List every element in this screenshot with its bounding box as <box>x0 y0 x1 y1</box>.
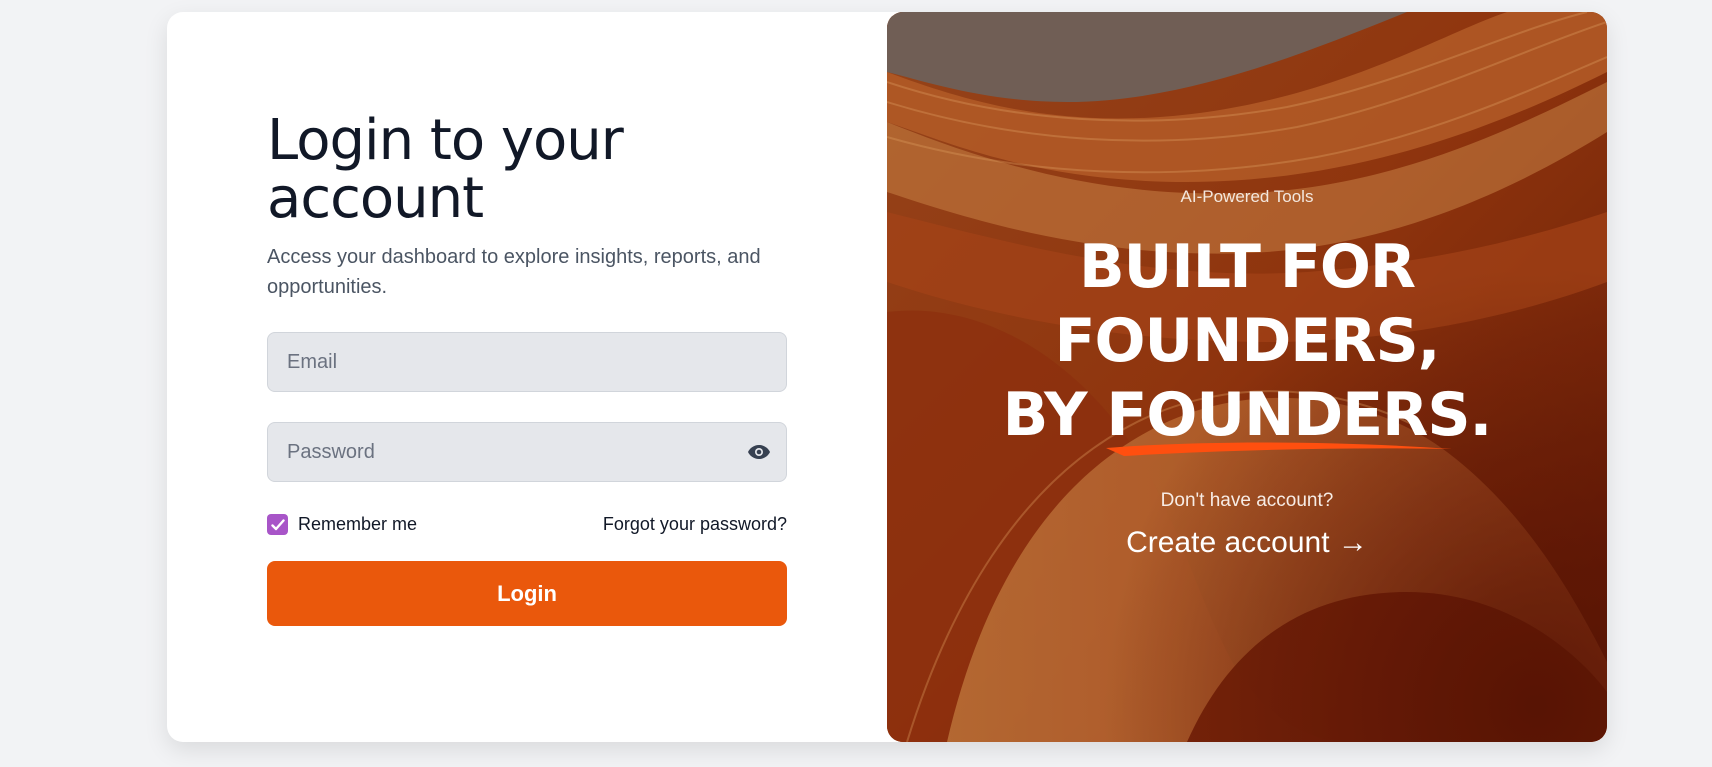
headline-line-3-prefix: BY <box>1002 380 1107 450</box>
remember-checkbox[interactable] <box>267 514 288 535</box>
page-title: Login to your account <box>267 108 624 231</box>
headline-line-3: BY FOUNDERS. <box>887 378 1607 456</box>
password-field-container <box>267 422 787 482</box>
promo-content: AI-Powered Tools BUILT FOR FOUNDERS, BY … <box>887 12 1607 742</box>
create-account-link[interactable]: Create account → <box>887 526 1607 560</box>
remember-row: Remember me Forgot your password? <box>267 514 787 535</box>
headline-line-2: FOUNDERS, <box>1054 306 1441 376</box>
underlined-word: FOUNDERS. <box>1106 378 1492 456</box>
forgot-password-link[interactable]: Forgot your password? <box>603 514 787 535</box>
page-subtitle: Access your dashboard to explore insight… <box>267 246 761 298</box>
login-panel: Login to your account Access your dashbo… <box>167 12 887 742</box>
no-account-text: Don't have account? <box>1160 490 1334 511</box>
headline-line-1: BUILT FOR <box>1078 232 1416 302</box>
eye-icon[interactable] <box>746 439 772 465</box>
remember-me[interactable]: Remember me <box>267 514 417 535</box>
email-field-container <box>267 332 787 392</box>
promo-headline: BUILT FOR FOUNDERS, BY FOUNDERS. <box>887 230 1607 456</box>
promo-panel: AI-Powered Tools BUILT FOR FOUNDERS, BY … <box>887 12 1607 742</box>
login-button[interactable]: Login <box>267 561 787 626</box>
password-field[interactable] <box>268 423 786 481</box>
login-form: Login to your account Access your dashbo… <box>267 112 787 626</box>
check-icon <box>270 518 285 530</box>
login-card: Login to your account Access your dashbo… <box>167 12 1607 742</box>
swoosh-underline <box>1106 442 1453 456</box>
email-field[interactable] <box>268 333 786 391</box>
promo-eyebrow: AI-Powered Tools <box>1180 187 1314 206</box>
remember-label: Remember me <box>298 514 418 534</box>
